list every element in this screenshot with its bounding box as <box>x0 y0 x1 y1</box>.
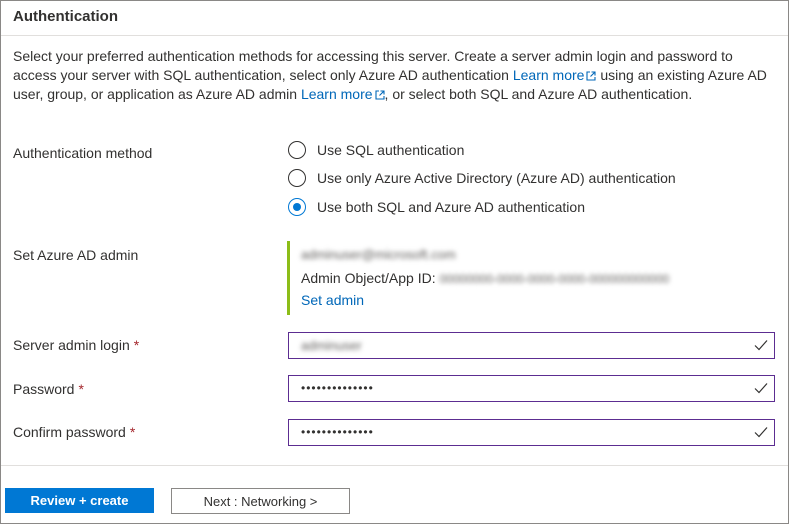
set-admin-link[interactable]: Set admin <box>301 292 364 308</box>
login-value-redacted: adminuser <box>301 338 362 353</box>
confirm-password-value: •••••••••••••• <box>301 425 374 439</box>
radio-button[interactable] <box>288 141 306 159</box>
radio-both-auth[interactable]: Use both SQL and Azure AD authentication <box>288 198 585 216</box>
password-input[interactable]: •••••••••••••• <box>288 375 775 402</box>
section-description: Select your preferred authentication met… <box>13 47 773 104</box>
checkmark-icon <box>754 427 768 438</box>
radio-sql-auth[interactable]: Use SQL authentication <box>288 141 464 159</box>
radio-azure-ad-only[interactable]: Use only Azure Active Directory (Azure A… <box>288 169 676 187</box>
required-asterisk: * <box>78 381 84 397</box>
radio-label: Use SQL authentication <box>317 142 465 158</box>
learn-more-link-2[interactable]: Learn more <box>301 86 385 102</box>
admin-email-redacted: adminuser@microsoft.com <box>301 247 456 262</box>
azure-ad-admin-label: Set Azure AD admin <box>13 247 139 263</box>
footer-divider <box>1 465 788 466</box>
title-divider <box>1 35 788 36</box>
description-text-3: , or select both SQL and Azure AD authen… <box>384 86 693 102</box>
admin-object-id-redacted: 00000000-0000-0000-0000-000000000000 <box>439 272 670 286</box>
checkmark-icon <box>754 383 768 394</box>
required-asterisk: * <box>133 337 140 353</box>
confirm-password-label: Confirm password * <box>13 424 136 440</box>
learn-more-link-1[interactable]: Learn more <box>513 67 597 83</box>
required-asterisk: * <box>129 424 136 440</box>
password-label: Password * <box>13 381 84 397</box>
server-admin-login-input[interactable]: adminuser <box>288 332 775 359</box>
auth-method-label: Authentication method <box>13 145 153 161</box>
radio-button-selected[interactable] <box>288 198 306 216</box>
checkmark-icon <box>754 340 768 351</box>
radio-label: Use only Azure Active Directory (Azure A… <box>317 170 676 186</box>
confirm-password-input[interactable]: •••••••••••••• <box>288 419 775 446</box>
admin-object-id-label: Admin Object/App ID: <box>301 270 436 286</box>
section-title: Authentication <box>13 8 118 25</box>
azure-ad-admin-box: adminuser@microsoft.com Admin Object/App… <box>287 241 750 315</box>
radio-button[interactable] <box>288 169 306 187</box>
external-link-icon <box>374 90 385 100</box>
external-link-icon <box>586 71 597 81</box>
review-create-button[interactable]: Review + create <box>5 488 154 513</box>
radio-label: Use both SQL and Azure AD authentication <box>317 199 585 215</box>
next-networking-button[interactable]: Next : Networking > <box>171 488 350 514</box>
server-admin-login-label: Server admin login * <box>13 337 140 353</box>
password-value: •••••••••••••• <box>301 381 374 395</box>
